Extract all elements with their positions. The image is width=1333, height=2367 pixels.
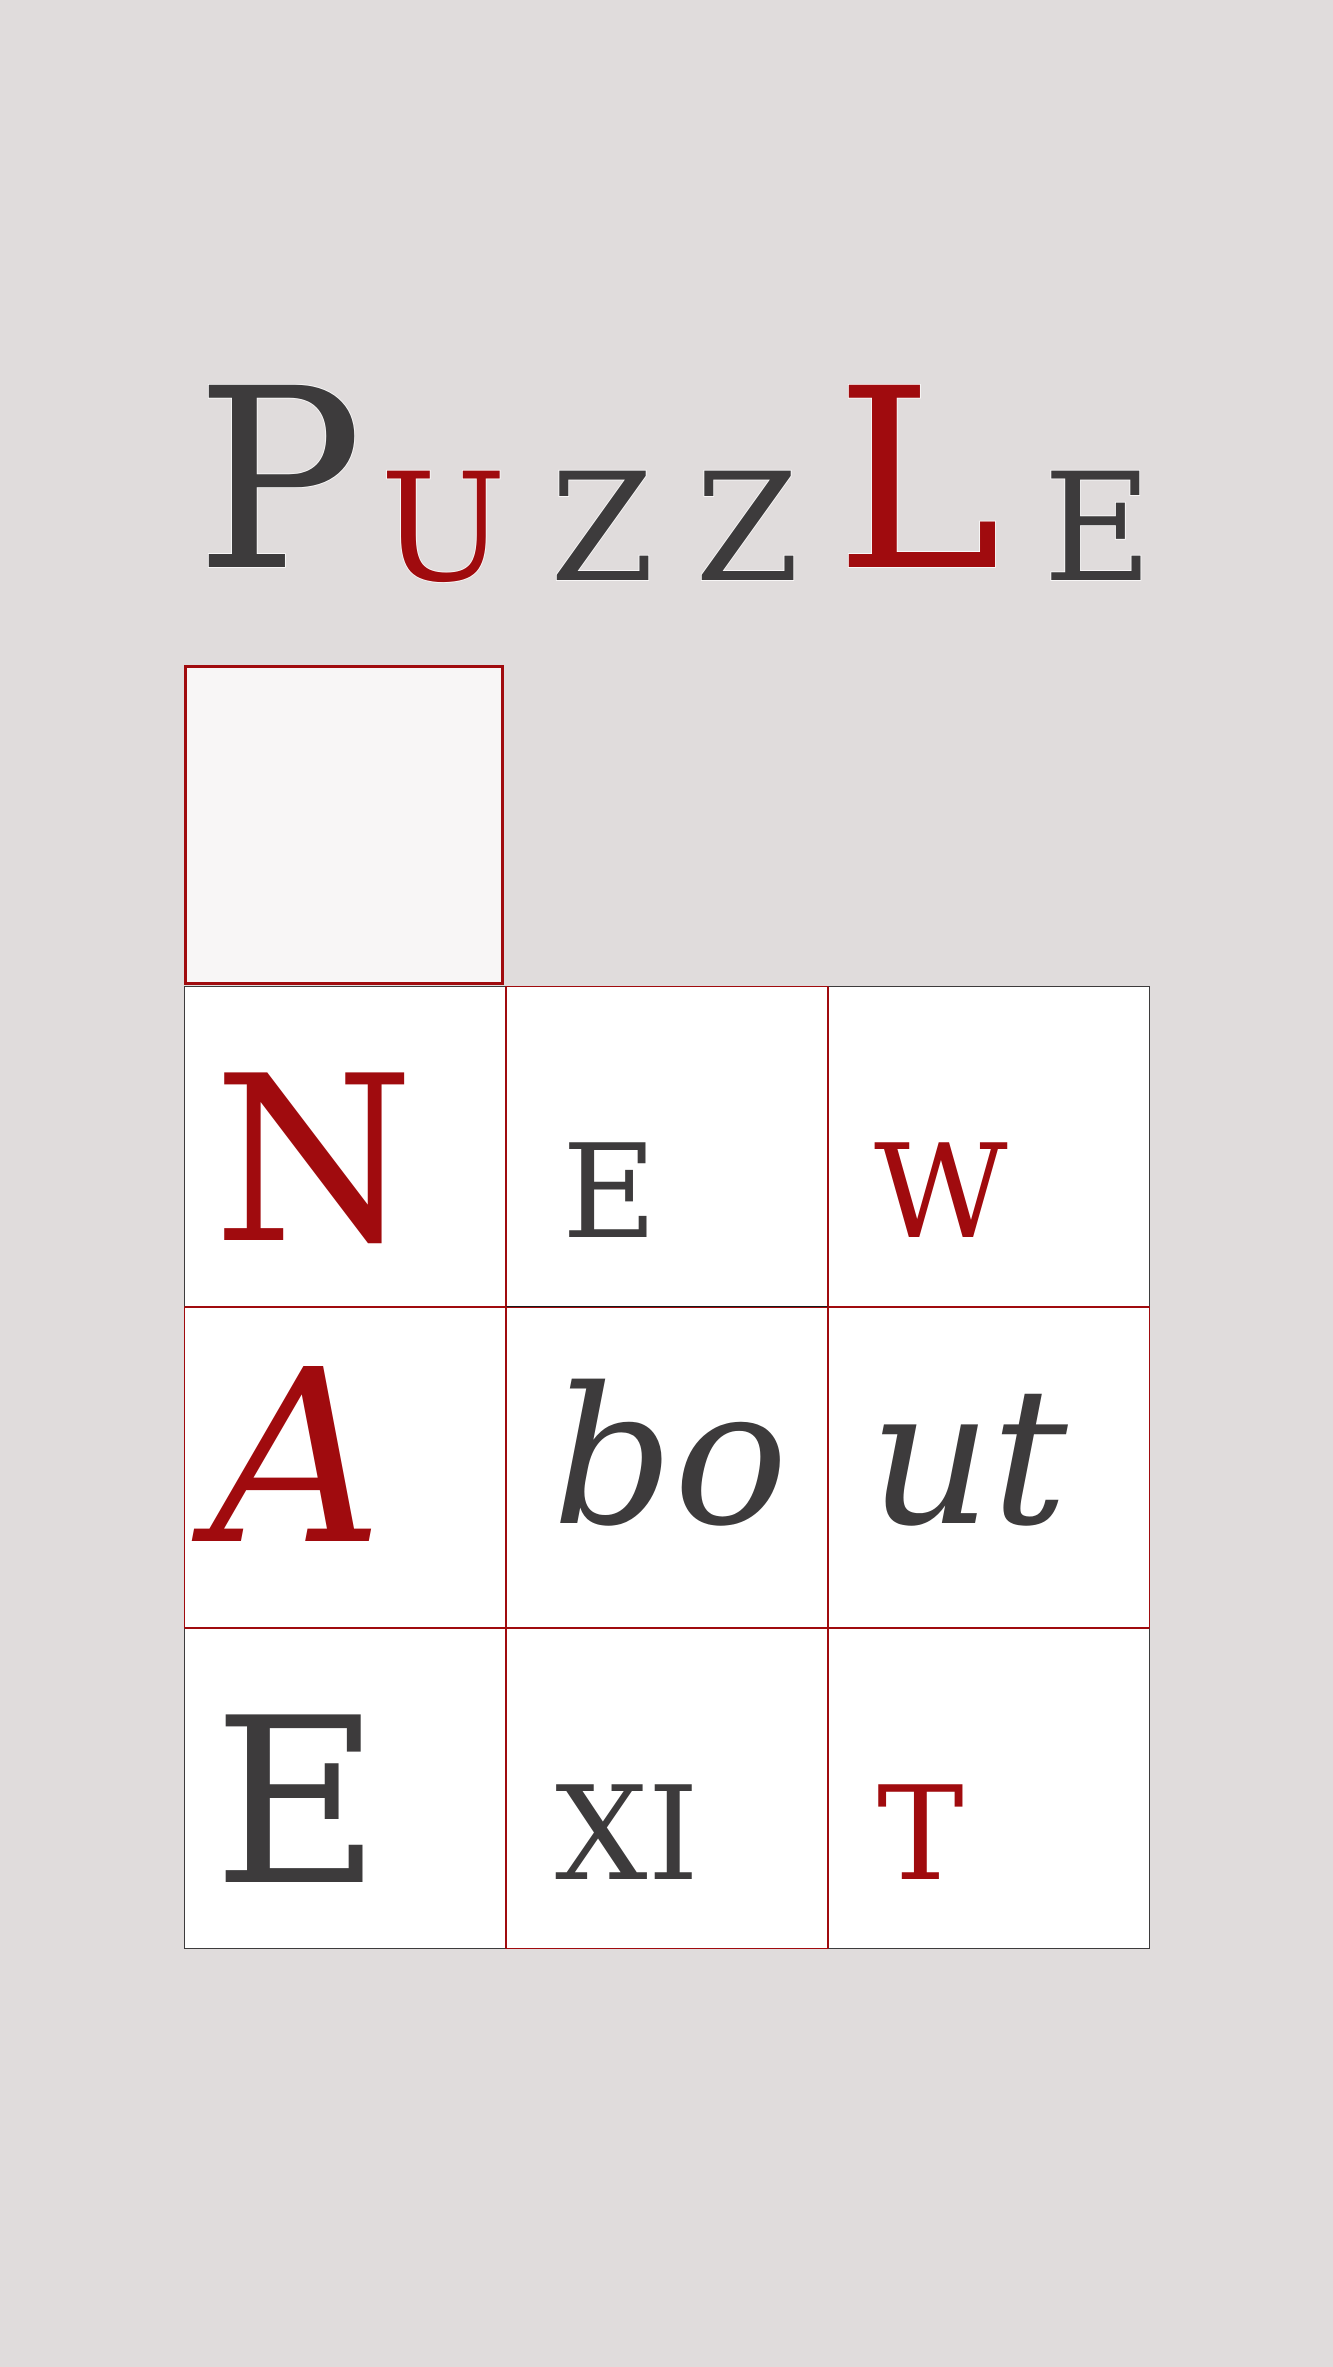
tile-label: T xyxy=(877,1758,964,1910)
tile-label: XI xyxy=(555,1758,699,1910)
tile-label: A xyxy=(210,1318,384,1598)
tile-exit-1[interactable]: E xyxy=(184,1628,506,1949)
tile-new-3[interactable]: W xyxy=(828,986,1150,1307)
tile-label: bo xyxy=(552,1347,789,1568)
tile-label: W xyxy=(874,1116,1008,1268)
title-letter-l: L xyxy=(834,335,1002,626)
tile-label: ut xyxy=(869,1347,1068,1568)
title-letter-z2: Z xyxy=(694,442,800,616)
tile-new-2[interactable]: E xyxy=(506,986,828,1307)
title-letter-p: P xyxy=(194,335,364,626)
tile-about-1[interactable]: A xyxy=(184,1307,506,1628)
puzzle-grid: N E W A bo ut E XI T xyxy=(184,986,1150,1951)
empty-slot[interactable] xyxy=(184,665,504,985)
tile-exit-3[interactable]: T xyxy=(828,1628,1150,1949)
title-letter-z1: Z xyxy=(549,442,655,616)
tile-exit-2[interactable]: XI xyxy=(506,1628,828,1949)
tile-label: N xyxy=(213,1028,415,1295)
tile-new-1[interactable]: N xyxy=(184,986,506,1307)
title-letter-u: U xyxy=(379,442,507,616)
tile-label: E xyxy=(213,1670,381,1937)
tile-label: E xyxy=(562,1116,657,1268)
game-title: P U Z Z L E xyxy=(194,340,1155,607)
tile-about-2[interactable]: bo xyxy=(506,1307,828,1628)
title-letter-e: E xyxy=(1042,442,1153,616)
tile-about-3[interactable]: ut xyxy=(828,1307,1150,1628)
